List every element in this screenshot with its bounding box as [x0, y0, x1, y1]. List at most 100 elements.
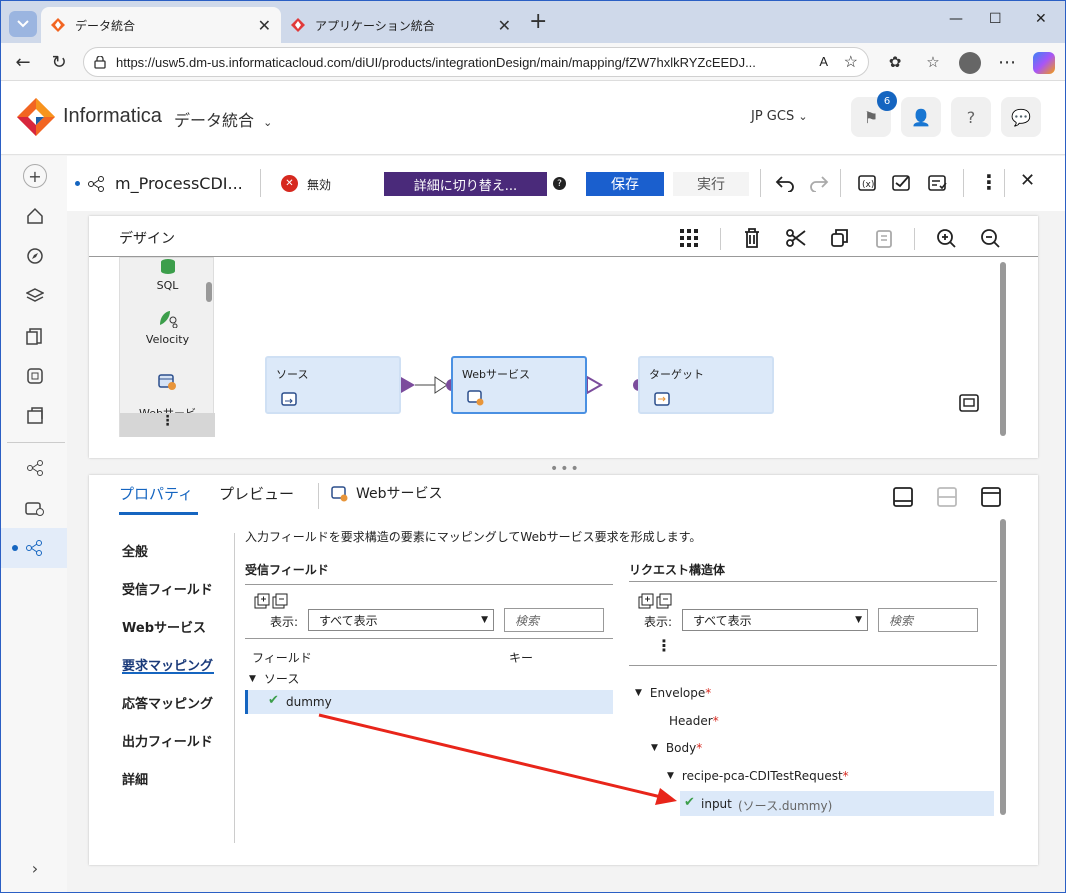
dock-bottom-icon[interactable]	[892, 486, 914, 508]
maximize-button[interactable]: ☐	[989, 11, 1002, 27]
tree-node-input[interactable]: ✔ input (ソース.dummy)	[680, 791, 994, 816]
mapped-source: (ソース.dummy)	[738, 799, 833, 813]
split-view-icon[interactable]	[936, 486, 958, 508]
redo-icon[interactable]	[808, 174, 830, 192]
tab-data-integration[interactable]: データ統合 ✕	[41, 7, 281, 43]
save-button[interactable]: 保存	[586, 172, 664, 196]
tab-strip: データ統合 ✕ アプリケーション統合 ✕ + — ☐ ✕	[1, 1, 1065, 43]
rule	[629, 665, 997, 666]
copilot-icon[interactable]	[1033, 52, 1055, 74]
refresh-icon[interactable]: ↻	[45, 48, 73, 76]
nav-webservice[interactable]: Webサービス	[122, 617, 206, 636]
chat-button[interactable]: 💬	[1001, 97, 1041, 137]
group-label: ソース	[263, 672, 300, 686]
expand-rail-icon[interactable]: ›	[23, 856, 47, 880]
read-aloud-icon[interactable]: A	[819, 54, 828, 69]
tab-properties[interactable]: プロパティ	[119, 483, 193, 504]
monitor-icon[interactable]	[23, 364, 47, 388]
request-show-select[interactable]: すべて表示 ▼	[682, 609, 868, 631]
tree-node-body[interactable]: ▼ Body *	[651, 741, 702, 755]
tree-node-envelope[interactable]: ▼ Envelope *	[635, 686, 711, 700]
incoming-show-select[interactable]: すべて表示 ▼	[308, 609, 494, 631]
parameters-icon[interactable]: (x)	[857, 173, 877, 193]
help-button[interactable]: ?	[951, 97, 991, 137]
nav-incoming-fields[interactable]: 受信フィールド	[122, 579, 213, 598]
webservice-tool-icon[interactable]	[23, 496, 47, 520]
mapping-icon	[26, 540, 42, 556]
more-icon[interactable]: ⋯	[993, 48, 1021, 76]
layers-icon[interactable]	[23, 284, 47, 308]
rule	[629, 581, 997, 582]
object-tab-label: Webサービス	[356, 486, 443, 502]
incoming-search-input[interactable]: 検索	[504, 608, 604, 632]
more-actions-icon[interactable]: ⋮	[979, 170, 999, 194]
notifications-button[interactable]: ⚑ 6	[851, 91, 897, 137]
divider	[260, 169, 261, 197]
nav-output-fields[interactable]: 出力フィールド	[122, 731, 213, 750]
more-options-icon[interactable]: ⋮	[656, 636, 672, 655]
help-icon[interactable]: ?	[553, 177, 566, 190]
home-icon[interactable]	[23, 204, 47, 228]
mapping-icon[interactable]	[23, 456, 47, 480]
nav-advanced[interactable]: 詳細	[122, 769, 148, 788]
extensions-icon[interactable]: ✿	[881, 48, 909, 76]
minimize-button[interactable]: —	[949, 11, 963, 27]
target-node[interactable]: ターゲット	[638, 356, 774, 414]
mapping-icon	[88, 176, 104, 192]
nav-divider	[234, 533, 235, 843]
notification-badge: 6	[877, 91, 897, 111]
tree-label: Header	[669, 714, 713, 728]
request-mapping-description: 入力フィールドを要求構造の要素にマッピングしてWebサービス要求を形成します。	[245, 530, 702, 544]
required-marker: *	[696, 741, 703, 755]
tree-node-request[interactable]: ▼ recipe-pca-CDITestRequest *	[667, 769, 849, 783]
webservice-icon	[331, 486, 348, 502]
nav-general[interactable]: 全般	[122, 541, 148, 560]
url-field[interactable]: https://usw5.dm-us.informaticacloud.com/…	[83, 47, 869, 77]
profile-avatar[interactable]	[959, 52, 981, 74]
explore-icon[interactable]	[23, 244, 47, 268]
close-mapping-icon[interactable]: ✕	[1020, 170, 1035, 191]
favorite-star-icon[interactable]: ☆	[844, 52, 858, 72]
expand-collapse-icons[interactable]	[254, 593, 288, 609]
nav-response-mapping[interactable]: 応答マッピング	[122, 693, 213, 712]
tree-node-header[interactable]: Header *	[669, 714, 719, 728]
expand-collapse-icons[interactable]	[638, 593, 672, 609]
user-button[interactable]: 👤	[901, 97, 941, 137]
close-window-button[interactable]: ✕	[1035, 11, 1047, 27]
rail-active-item[interactable]	[1, 528, 67, 568]
close-tab-icon[interactable]: ✕	[258, 16, 271, 35]
tab-application-integration[interactable]: アプリケーション統合 ✕	[281, 7, 521, 43]
documents-icon[interactable]	[23, 324, 47, 348]
request-search-input[interactable]: 検索	[878, 608, 978, 632]
active-tab-underline	[119, 512, 198, 515]
run-button[interactable]: 実行	[673, 172, 749, 196]
product-switcher[interactable]: データ統合 ⌄	[174, 107, 272, 131]
incoming-group-source[interactable]: ▼ ソース	[249, 670, 299, 687]
favorites-icon[interactable]: ☆	[919, 48, 947, 76]
switch-advanced-button[interactable]: 詳細に切り替え...	[384, 172, 547, 196]
col-key: キー	[509, 651, 534, 665]
connection-lines	[401, 375, 645, 395]
maximize-panel-icon[interactable]	[980, 486, 1002, 508]
incoming-field-row[interactable]: ✔ dummy	[245, 690, 613, 714]
webservice-node[interactable]: Webサービス	[451, 356, 587, 414]
new-tab-button[interactable]: +	[529, 9, 547, 34]
close-tab-icon[interactable]: ✕	[498, 16, 511, 35]
bundles-icon[interactable]	[23, 404, 47, 428]
tab-preview[interactable]: プレビュー	[219, 483, 294, 504]
properties-scrollbar[interactable]	[1000, 519, 1006, 815]
svg-text:(x): (x)	[862, 180, 874, 190]
org-selector[interactable]: JP GCS ⌄	[751, 109, 808, 124]
undo-icon[interactable]	[774, 174, 796, 192]
new-asset-icon[interactable]: +	[23, 164, 47, 188]
request-structure-title: リクエスト構造体	[629, 563, 726, 577]
divider	[963, 169, 964, 197]
rule	[245, 638, 613, 639]
source-node[interactable]: ソース	[265, 356, 401, 414]
canvas-scrollbar[interactable]	[1000, 262, 1006, 436]
minimap-icon[interactable]	[959, 394, 979, 412]
tab-actions-button[interactable]	[9, 11, 37, 37]
back-icon[interactable]: ←	[9, 48, 37, 76]
validate-icon[interactable]	[891, 173, 911, 193]
validation-panel-icon[interactable]	[927, 173, 949, 193]
